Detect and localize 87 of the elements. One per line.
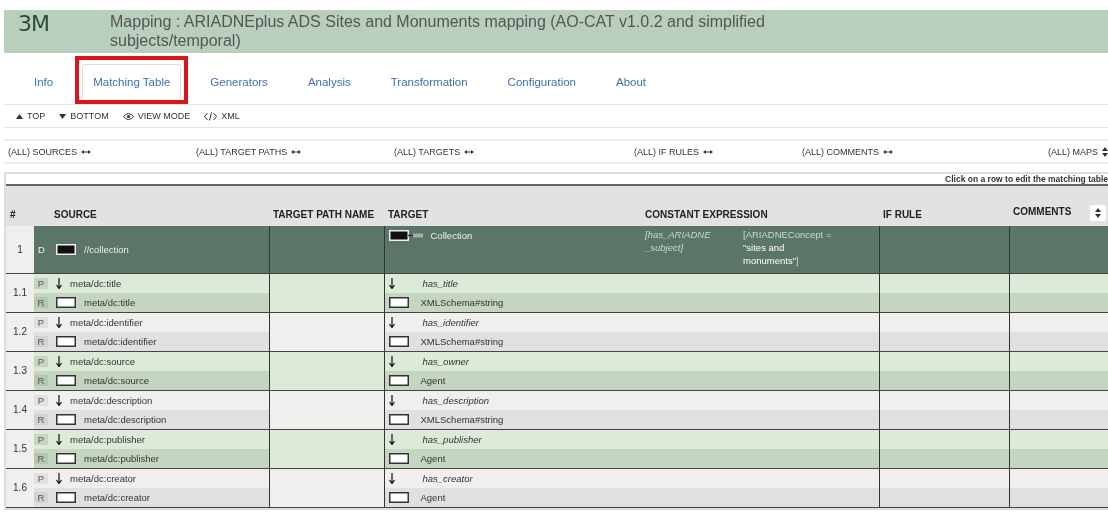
- tab[interactable]: Matching Table: [82, 64, 182, 100]
- row-number: 1.4: [6, 390, 34, 429]
- mapping-link-icon: [388, 230, 423, 241]
- row-number: 1: [6, 226, 34, 273]
- expand-arrows-icon: [703, 149, 714, 154]
- target-cell[interactable]: Collection: [384, 226, 641, 273]
- source-cell[interactable]: P meta/dc:publisher: [34, 429, 269, 449]
- source-cell[interactable]: D //collection: [34, 226, 269, 273]
- column-header: SOURCE: [34, 185, 269, 226]
- sort-icon: [1102, 146, 1108, 157]
- column-header: IF RULE: [879, 185, 1009, 226]
- caret-up-icon: [16, 113, 23, 119]
- arrow-down-icon: [56, 277, 62, 289]
- source-cell[interactable]: R meta/dc:source: [34, 370, 269, 390]
- rectangle-icon: [56, 335, 76, 347]
- column-header: COMMENTS: [1009, 185, 1108, 226]
- tab[interactable]: About: [605, 64, 658, 100]
- source-cell[interactable]: R meta/dc:publisher: [34, 448, 269, 468]
- source-cell[interactable]: R meta/dc:description: [34, 409, 269, 429]
- rectangle-icon: [56, 491, 76, 503]
- source-cell[interactable]: P meta/dc:title: [34, 273, 269, 293]
- expand-arrows-icon: [464, 149, 475, 154]
- toolbar-button[interactable]: TOP: [16, 111, 46, 121]
- source-cell[interactable]: P meta/dc:creator: [34, 468, 269, 488]
- arrow-down-icon: [56, 316, 62, 328]
- rectangle-icon: [388, 374, 409, 386]
- filter-toggle[interactable]: (ALL) TARGET PATHS: [196, 146, 302, 157]
- rectangle-icon: [388, 491, 409, 503]
- rectangle-icon: [388, 335, 409, 347]
- tab[interactable]: Info: [23, 64, 65, 100]
- column-header: TARGET: [384, 185, 641, 226]
- arrow-down-icon: [388, 394, 395, 406]
- logo: 3M: [18, 12, 50, 36]
- source-cell[interactable]: P meta/dc:description: [34, 390, 269, 410]
- arrow-down-icon: [388, 316, 395, 328]
- filled-rectangle-icon: [56, 243, 76, 255]
- filter-toggle[interactable]: (ALL) MAPS: [1048, 146, 1108, 157]
- tab[interactable]: Generators: [199, 64, 279, 100]
- row-number: 1.3: [6, 351, 34, 390]
- source-cell[interactable]: P meta/dc:identifier: [34, 312, 269, 332]
- toolbar-button[interactable]: BOTTOM: [59, 111, 109, 121]
- arrow-down-icon: [388, 472, 395, 484]
- arrow-down-icon: [56, 355, 62, 367]
- column-header: #: [6, 185, 34, 226]
- caret-down-icon: [59, 113, 67, 119]
- expand-arrows-icon: [291, 149, 302, 154]
- hint-text: Click on a row to edit the matching table: [945, 174, 1108, 184]
- sort-button[interactable]: [1090, 205, 1106, 221]
- row-number: 1.2: [6, 312, 34, 351]
- filter-toggle[interactable]: (ALL) COMMENTS: [802, 146, 893, 157]
- filter-toggle[interactable]: (ALL) TARGETS: [394, 146, 475, 157]
- eye-icon: [122, 112, 134, 120]
- source-cell[interactable]: P meta/dc:source: [34, 351, 269, 371]
- rectangle-icon: [56, 296, 76, 308]
- code-icon: [204, 111, 218, 121]
- row-number: 1.1: [6, 273, 34, 312]
- tab[interactable]: Transformation: [379, 64, 479, 100]
- tab[interactable]: Analysis: [296, 64, 362, 100]
- rectangle-icon: [388, 413, 409, 425]
- arrow-down-icon: [56, 433, 62, 445]
- toolbar-button[interactable]: VIEW MODE: [122, 111, 191, 121]
- rectangle-icon: [56, 413, 76, 425]
- rectangle-icon: [56, 452, 76, 464]
- expand-arrows-icon: [81, 149, 92, 154]
- column-header: CONSTANT EXPRESSION: [641, 185, 879, 226]
- toolbar-button[interactable]: XML: [204, 111, 240, 121]
- source-cell[interactable]: R meta/dc:title: [34, 292, 269, 312]
- arrow-down-icon: [388, 433, 395, 445]
- row-number: 1.6: [6, 468, 34, 507]
- expand-arrows-icon: [883, 149, 893, 154]
- filter-toggle[interactable]: (ALL) IF RULES: [634, 146, 714, 157]
- source-cell[interactable]: R meta/dc:identifier: [34, 331, 269, 351]
- arrow-down-icon: [388, 355, 395, 367]
- rectangle-icon: [388, 296, 409, 308]
- row-number: 1.5: [6, 429, 34, 468]
- filter-toggle[interactable]: (ALL) SOURCES: [8, 146, 92, 157]
- arrow-down-icon: [388, 277, 395, 289]
- rectangle-icon: [56, 374, 76, 386]
- sort-icon: [1095, 208, 1101, 218]
- mapping-title: Mapping : ARIADNEplus ADS Sites and Monuments mapping (AO-CAT v1.0.2 and simplified subjects/temporal): [110, 12, 766, 50]
- arrow-down-icon: [56, 472, 62, 484]
- source-cell[interactable]: R meta/dc:creator: [34, 487, 269, 507]
- column-header: TARGET PATH NAME: [269, 185, 384, 226]
- rectangle-icon: [388, 452, 409, 464]
- arrow-down-icon: [56, 394, 62, 406]
- tab[interactable]: Configuration: [496, 64, 587, 100]
- constant-expression-cell[interactable]: [has_ARIADNE _subject] [ARIADNEConcept = "sites and monuments"]: [641, 226, 879, 273]
